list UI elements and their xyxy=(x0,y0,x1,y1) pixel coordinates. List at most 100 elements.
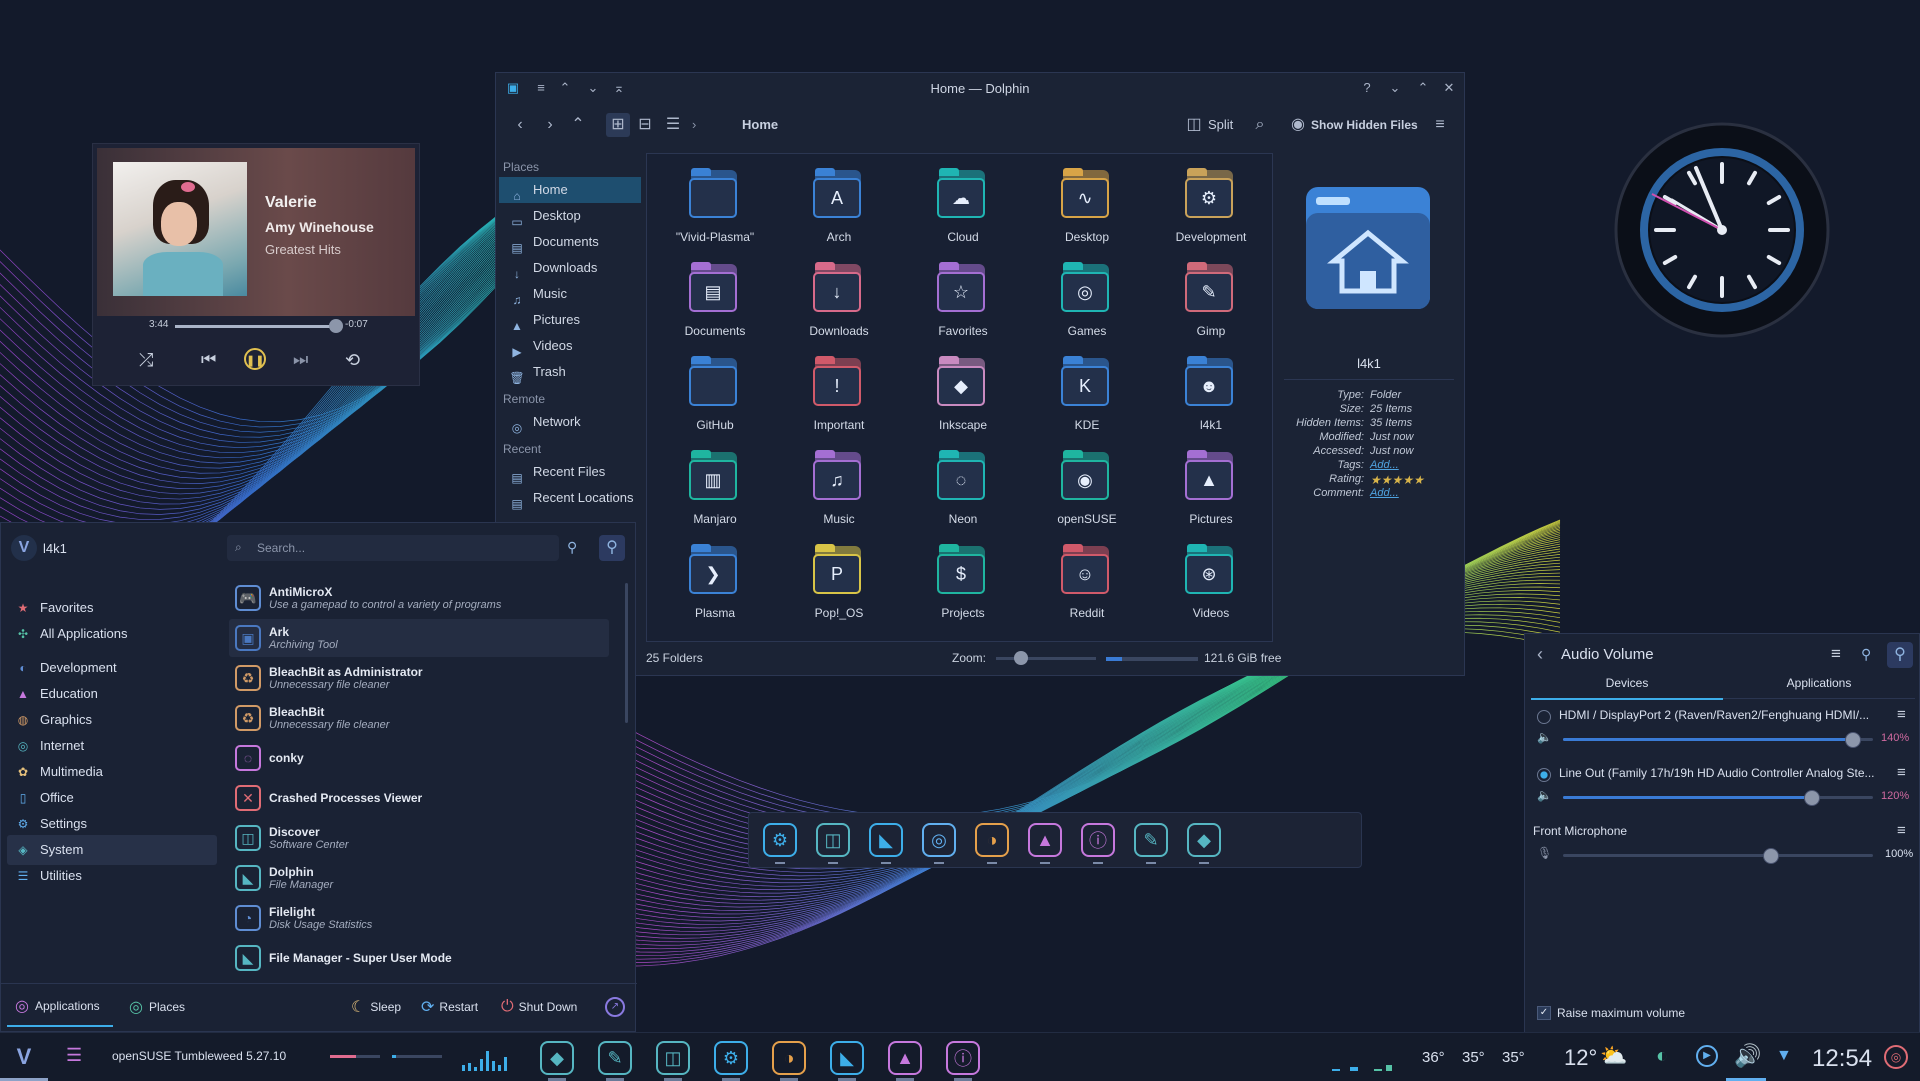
folder-item[interactable]: $ Projects xyxy=(901,536,1025,630)
temperature-reading[interactable]: 36° xyxy=(1422,1049,1445,1066)
weather-icon[interactable]: ⛅ xyxy=(1600,1043,1627,1069)
seek-handle[interactable] xyxy=(329,319,344,333)
folder-item[interactable]: ⊛ Videos xyxy=(1149,536,1273,630)
search-icon[interactable]: ⌕ xyxy=(1248,113,1272,137)
app-item[interactable]: ♻ BleachBit as Administrator Unnecessary f… xyxy=(229,659,609,697)
star-icon[interactable]: ★ xyxy=(1413,473,1424,487)
temperature-reading[interactable]: 35° xyxy=(1462,1049,1485,1066)
previous-icon[interactable]: ⏮ xyxy=(201,350,216,370)
sidebar-item[interactable]: ▶ Videos xyxy=(499,333,641,359)
app-item[interactable]: ◣ Dolphin File Manager xyxy=(229,859,609,897)
media-icon[interactable]: ▶ xyxy=(1696,1045,1718,1067)
gimp-task-icon[interactable]: ✎ xyxy=(598,1041,632,1075)
filter-icon[interactable]: ⚲ xyxy=(567,539,577,556)
user-name[interactable]: l4k1 xyxy=(43,541,67,556)
app-item[interactable]: ◔ Filelight Disk Usage Statistics xyxy=(229,899,609,937)
sidebar-item[interactable]: ♫ Music xyxy=(499,281,641,307)
seek-bar[interactable] xyxy=(175,319,344,333)
pager-icon[interactable]: ☰ xyxy=(66,1045,82,1066)
eye-icon[interactable]: ◉ xyxy=(1286,113,1310,137)
restart-button[interactable]: ⟳ Restart xyxy=(421,987,478,1027)
launcher-logo-icon[interactable]: V xyxy=(11,535,37,561)
rating-stars[interactable]: ★★★★★ xyxy=(1370,473,1424,487)
folder-item[interactable]: ◆ Inkscape xyxy=(901,348,1025,442)
menu-icon[interactable]: ≡ xyxy=(1831,644,1841,664)
volume-slider[interactable] xyxy=(1563,790,1873,806)
app-item[interactable]: ◫ Discover Software Center xyxy=(229,819,609,857)
folder-item[interactable]: ▲ Pictures xyxy=(1149,442,1273,536)
discover-icon[interactable]: ◫ xyxy=(816,823,850,857)
settings-icon[interactable]: ⚙ xyxy=(763,823,797,857)
close-icon[interactable]: ✕ xyxy=(1440,79,1458,97)
raise-max-checkbox[interactable]: ✓ xyxy=(1537,1006,1551,1020)
next-icon[interactable]: ⏭ xyxy=(293,350,308,370)
clock-time[interactable]: 12:54 xyxy=(1812,1045,1872,1073)
search-field[interactable]: ⌕ Search... xyxy=(227,535,559,561)
add-link[interactable]: Add... xyxy=(1370,459,1399,471)
firefox-icon[interactable]: ◑ xyxy=(975,823,1009,857)
folder-item[interactable]: ↓ Downloads xyxy=(777,254,901,348)
folder-item[interactable]: ! Important xyxy=(777,348,901,442)
show-hidden-button[interactable]: Show Hidden Files xyxy=(1311,113,1418,137)
details-view-icon[interactable]: ☰ xyxy=(661,113,685,137)
sidebar-item[interactable]: ▤ Recent Files xyxy=(499,459,641,485)
volume-slider[interactable] xyxy=(1563,732,1873,748)
temperature-reading[interactable]: 35° xyxy=(1502,1049,1525,1066)
window-titlebar[interactable]: ▣ ≡ ⌃ ⌄ ⌅ Home — Dolphin ? ⌄ ⌃ ✕ xyxy=(496,73,1464,103)
app-item[interactable]: ♻ BleachBit Unnecessary file cleaner xyxy=(229,699,609,737)
sidebar-item[interactable]: 🗑 Trash xyxy=(499,359,641,385)
inkscape-icon[interactable]: ◆ xyxy=(1187,823,1221,857)
pause-icon[interactable]: ❚❚ xyxy=(244,348,266,370)
weather-temp[interactable]: 12° xyxy=(1564,1045,1597,1071)
browser-icon[interactable]: ◎ xyxy=(922,823,956,857)
minimize-icon[interactable]: ⌄ xyxy=(1386,79,1404,97)
app-item[interactable]: ◣ File Manager - Super User Mode xyxy=(229,939,609,977)
hamburger-menu-icon[interactable]: ≡ xyxy=(1428,113,1452,137)
folder-item[interactable]: ∿ Desktop xyxy=(1025,160,1149,254)
image-viewer-task-icon[interactable]: ▲ xyxy=(888,1041,922,1075)
app-item[interactable]: ◌ conky xyxy=(229,739,609,777)
sidebar-item[interactable]: ↓ Downloads xyxy=(499,255,641,281)
mic-slider[interactable] xyxy=(1563,848,1873,864)
configure-icon[interactable]: ⚲ xyxy=(1861,646,1871,663)
shutdown-button[interactable]: ⏻ Shut Down xyxy=(501,987,577,1027)
up-icon[interactable]: ⌃ xyxy=(566,113,590,137)
speaker-icon[interactable]: 🔈 xyxy=(1537,788,1552,802)
folder-item[interactable]: "Vivid-Plasma" xyxy=(653,160,777,254)
split-button[interactable]: Split xyxy=(1208,113,1233,137)
folder-item[interactable]: ☆ Favorites xyxy=(901,254,1025,348)
folder-item[interactable]: P Pop!_OS xyxy=(777,536,901,630)
app-item[interactable]: 🎮 AntiMicroX Use a gamepad to control a va… xyxy=(229,579,609,617)
back-icon[interactable]: ‹ xyxy=(1537,644,1543,665)
folder-item[interactable]: A Arch xyxy=(777,160,901,254)
device-radio[interactable] xyxy=(1537,710,1551,724)
pin-icon[interactable]: ⚲ xyxy=(599,535,625,561)
folder-item[interactable]: ▥ Manjaro xyxy=(653,442,777,536)
notifications-icon[interactable]: ◎ xyxy=(1884,1045,1908,1069)
sidebar-item[interactable]: ▲ Pictures xyxy=(499,307,641,333)
image-viewer-icon[interactable]: ▲ xyxy=(1028,823,1062,857)
forward-icon[interactable]: › xyxy=(538,113,562,137)
tray-expand-icon[interactable]: ▼ xyxy=(1776,1047,1792,1065)
sidebar-item[interactable]: ▭ Desktop xyxy=(499,203,641,229)
folder-item[interactable]: ▤ Documents xyxy=(653,254,777,348)
volume-handle[interactable] xyxy=(1804,790,1820,806)
launcher-button[interactable]: V xyxy=(10,1043,38,1071)
volume-icon[interactable]: 🔊 xyxy=(1734,1043,1761,1069)
zoom-slider[interactable] xyxy=(996,651,1096,665)
maximize-icon[interactable]: ⌃ xyxy=(1414,79,1432,97)
tab-places[interactable]: ◎ Places xyxy=(129,987,185,1027)
volume-handle[interactable] xyxy=(1845,732,1862,748)
device-menu-icon[interactable]: ≡ xyxy=(1897,706,1906,723)
category-item[interactable]: ☰ Utilities xyxy=(7,861,217,891)
app-item[interactable]: ✕ Crashed Processes Viewer xyxy=(229,779,609,817)
folder-item[interactable]: ◎ Games xyxy=(1025,254,1149,348)
star-icon[interactable]: ★ xyxy=(1392,473,1403,487)
folder-item[interactable]: ◌ Neon xyxy=(901,442,1025,536)
star-icon[interactable]: ★ xyxy=(1381,473,1392,487)
folder-item[interactable]: ❯ Plasma xyxy=(653,536,777,630)
folder-item[interactable]: ◉ openSUSE xyxy=(1025,442,1149,536)
back-icon[interactable]: ‹ xyxy=(508,113,532,137)
dolphin-task-icon[interactable]: ◣ xyxy=(830,1041,864,1075)
help-icon[interactable]: ? xyxy=(1358,79,1376,97)
